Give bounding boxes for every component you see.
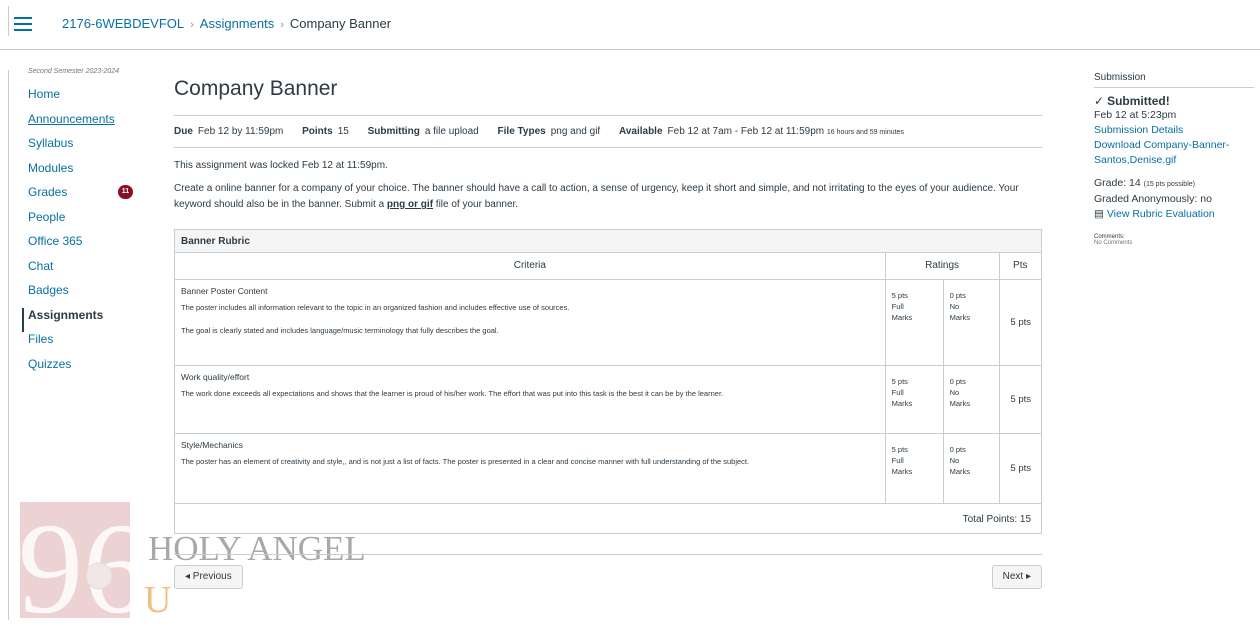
page-title: Company Banner: [174, 70, 1042, 116]
term-label: Second Semester 2023-2024: [28, 68, 120, 75]
points-value: 15: [337, 126, 349, 137]
breadcrumb: 2176-6WEBDEVFOL › Assignments › Company Bann…: [62, 16, 391, 31]
assignment-details: Due Feb 12 by 11:59pm Points 15 Submitting…: [174, 116, 1042, 148]
criterion-name: Style/Mechanics: [181, 439, 243, 450]
grades-count-badge: 11: [118, 185, 133, 199]
table-row: Banner Poster Content The poster includes…: [175, 278, 1041, 365]
due-label: Due: [174, 126, 193, 137]
breadcrumb-course-link[interactable]: 2176-6WEBDEVFOL: [62, 16, 184, 31]
table-row: Work quality/effort The work done exceeds…: [175, 364, 1041, 433]
logo-text-u: U: [144, 579, 171, 620]
rubric: Banner Rubric Criteria Ratings Pts Banne…: [174, 229, 1042, 534]
rating-full: 5 pts Full Marks: [884, 432, 944, 503]
hamburger-menu-icon[interactable]: [14, 17, 32, 31]
rubric-title: Banner Rubric: [175, 230, 1041, 253]
nav-item-badges[interactable]: Badges: [28, 283, 148, 308]
rating-full: 5 pts Full Marks: [884, 278, 944, 365]
pts-header: Pts: [998, 253, 1041, 280]
previous-button[interactable]: ◂ Previous: [174, 565, 243, 589]
criterion-name: Work quality/effort: [181, 371, 250, 382]
locked-notice: This assignment was locked Feb 12 at 11:…: [174, 160, 388, 171]
criterion-name: Banner Poster Content: [181, 285, 268, 296]
nav-item-grades[interactable]: Grades 11: [28, 185, 148, 210]
file-format-link[interactable]: png or gif: [387, 199, 433, 210]
criteria-header: Criteria: [175, 253, 886, 280]
breadcrumb-current: Company Banner: [289, 16, 392, 31]
grade-line: Grade: 14 (15 pts possible): [1094, 176, 1254, 192]
nav-item-chat[interactable]: Chat: [28, 259, 148, 284]
rubric-document-icon: ▤: [1094, 208, 1104, 220]
rating-none: 0 pts No Marks: [942, 364, 1000, 433]
submission-date: Feb 12 at 5:23pm: [1094, 109, 1177, 121]
window-edge-line: [8, 6, 9, 36]
window-edge-line: [8, 70, 9, 620]
nav-item-office-365[interactable]: Office 365: [28, 234, 148, 259]
submitting-label: Submitting: [367, 126, 420, 137]
criterion-description: The goal is clearly stated and includes …: [181, 325, 499, 335]
criterion-description: The work done exceeds all expectations a…: [181, 388, 724, 398]
criterion-description: The poster includes all information rele…: [181, 302, 570, 312]
rating-none: 0 pts No Marks: [942, 278, 1000, 365]
available-value: Feb 12 at 7am - Feb 12 at 11:59pm: [667, 126, 825, 137]
criterion-points: 5 pts: [998, 278, 1041, 365]
breadcrumb-separator: ›: [280, 19, 284, 31]
ratings-header: Ratings: [884, 253, 1000, 280]
nav-item-assignments[interactable]: Assignments: [22, 307, 148, 332]
rating-full: 5 pts Full Marks: [884, 364, 944, 433]
submission-sidebar: Submission ✓ Submitted! Feb 12 at 5:23pm …: [1094, 72, 1254, 246]
view-rubric-link[interactable]: ▤ View Rubric Evaluation: [1094, 207, 1254, 222]
available-label: Available: [618, 126, 663, 137]
due-value: Feb 12 by 11:59pm: [197, 126, 284, 137]
download-submission-link[interactable]: Download Company-Banner-Santos,Denise.gi…: [1094, 138, 1254, 168]
submission-header: Submission: [1094, 72, 1254, 88]
criterion-points: 5 pts: [998, 364, 1041, 433]
next-button[interactable]: Next ▸: [991, 565, 1042, 589]
assignment-content: Company Banner Due Feb 12 by 11:59pm Poin…: [174, 70, 1042, 534]
grade-value: Grade: 14: [1094, 177, 1141, 189]
rubric-table: Criteria Ratings Pts Banner Poster Conte…: [175, 253, 1041, 503]
breadcrumb-separator: ›: [190, 19, 194, 31]
assignment-description: Create a online banner for a company of …: [174, 183, 1019, 210]
nav-item-announcements[interactable]: Announcements: [28, 112, 148, 137]
check-icon: ✓: [1094, 94, 1105, 108]
comments-value: No Comments: [1094, 240, 1133, 246]
nav-item-people[interactable]: People: [28, 210, 148, 235]
logo-numeral: 96: [20, 500, 148, 620]
submitting-value: a file upload: [424, 126, 479, 137]
nav-item-quizzes[interactable]: Quizzes: [28, 357, 148, 382]
graded-anonymously: Graded Anonymously: no: [1094, 193, 1212, 205]
top-bar: 2176-6WEBDEVFOL › Assignments › Company Bann…: [0, 0, 1260, 50]
rating-none: 0 pts No Marks: [942, 432, 1000, 503]
submission-details-link[interactable]: Submission Details: [1094, 123, 1254, 138]
grade-possible: (15 pts possible): [1143, 181, 1195, 188]
points-label: Points: [302, 126, 333, 137]
course-nav: Second Semester 2023-2024 Home Announcem…: [22, 68, 148, 382]
submission-status-text: Submitted!: [1107, 94, 1170, 108]
nav-item-files[interactable]: Files: [28, 332, 148, 357]
breadcrumb-assignments-link[interactable]: Assignments: [200, 16, 274, 31]
rubric-total-points: Total Points: 15: [175, 503, 1041, 533]
file-types-label: File Types: [497, 126, 546, 137]
submission-status: ✓ Submitted!: [1094, 94, 1254, 108]
nav-item-home[interactable]: Home: [28, 87, 148, 112]
criterion-points: 5 pts: [998, 432, 1041, 503]
assignment-pager: ◂ Previous Next ▸: [174, 554, 1042, 589]
available-duration: 16 hours and 59 minutes: [826, 129, 904, 136]
nav-item-label: Grades: [28, 185, 68, 199]
nav-item-modules[interactable]: Modules: [28, 161, 148, 186]
file-types-value: png and gif: [550, 126, 601, 137]
criterion-description: The poster has an element of creativity …: [181, 456, 750, 466]
table-row: Style/Mechanics The poster has an element…: [175, 432, 1041, 503]
logo-seal-icon: [85, 562, 113, 590]
nav-item-syllabus[interactable]: Syllabus: [28, 136, 148, 161]
